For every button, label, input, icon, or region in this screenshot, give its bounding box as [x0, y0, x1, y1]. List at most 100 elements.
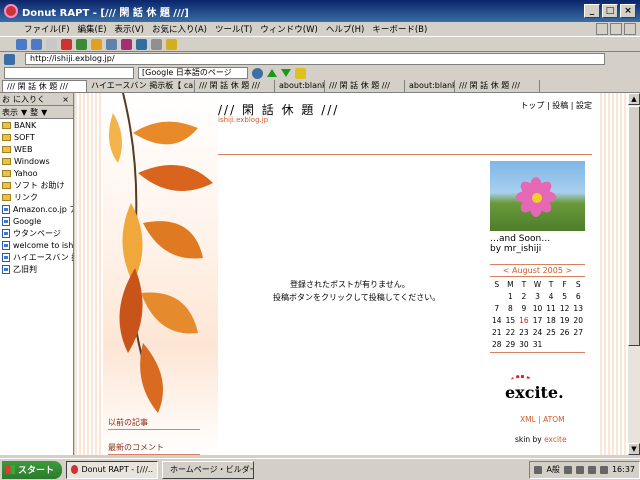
mdi-minimize-button[interactable]: [596, 23, 608, 35]
options-icon[interactable]: [151, 38, 162, 50]
print-icon[interactable]: [136, 38, 147, 50]
sidebar-item[interactable]: Google: [0, 215, 73, 227]
calendar-day[interactable]: 26: [558, 328, 572, 337]
search-prev-icon[interactable]: [267, 69, 277, 77]
calendar-day[interactable]: 3: [531, 292, 545, 301]
tab-1[interactable]: /// 閑 話 休 題 ///: [2, 80, 87, 92]
favorites-icon[interactable]: [91, 38, 102, 50]
menu-edit[interactable]: 編集(E): [74, 23, 111, 35]
search-engine-select[interactable]: [Google 日本語のページ: [138, 67, 248, 79]
sidebar-tab-favorites[interactable]: に入りく: [13, 94, 45, 105]
calendar-day[interactable]: 19: [558, 316, 572, 325]
tab-6[interactable]: about:blank: [405, 80, 455, 92]
sidebar-item[interactable]: SOFT: [0, 131, 73, 143]
sidebar-view-dropdown[interactable]: ▼: [21, 108, 27, 117]
sidebar-item[interactable]: ウタンページ: [0, 227, 73, 239]
close-button[interactable]: ×: [620, 4, 636, 18]
sidebar-item[interactable]: 乙旧判: [0, 263, 73, 275]
calendar-day[interactable]: 10: [531, 304, 545, 313]
calendar-day[interactable]: 11: [544, 304, 558, 313]
tab-7[interactable]: /// 閑 話 休 題 ///: [455, 80, 540, 92]
sidebar-item[interactable]: Amazon.co.jp ア: [0, 203, 73, 215]
menu-help[interactable]: ヘルプ(H): [322, 23, 369, 35]
calendar-day[interactable]: 4: [544, 292, 558, 301]
feed-links[interactable]: XML | ATOM: [520, 415, 565, 424]
highlight-icon[interactable]: [295, 67, 306, 79]
speaker-icon[interactable]: [575, 465, 584, 474]
calendar-day[interactable]: 20: [571, 316, 585, 325]
search-next-icon[interactable]: [281, 69, 291, 77]
sidebar-organize-dropdown[interactable]: ▼: [41, 108, 47, 117]
network-icon[interactable]: [587, 465, 596, 474]
search-input[interactable]: [4, 67, 134, 79]
menu-favorites[interactable]: お気に入り(A): [148, 23, 211, 35]
taskbar-item-donut[interactable]: Donut RAPT - [///..: [66, 460, 158, 479]
sidebar-item[interactable]: Yahoo: [0, 167, 73, 179]
history-icon[interactable]: [106, 38, 117, 50]
blog-nav[interactable]: トップ | 投稿 | 設定: [520, 100, 592, 111]
calendar-day[interactable]: 1: [504, 292, 518, 301]
skin-credit-link[interactable]: excite: [544, 435, 567, 444]
calendar-title[interactable]: < August 2005 >: [490, 264, 585, 277]
ime-indicator[interactable]: A般: [546, 464, 559, 475]
calendar-day[interactable]: 9: [517, 304, 531, 313]
sidebar-view-button[interactable]: 表示: [2, 107, 18, 118]
sidebar-close-button[interactable]: ×: [62, 95, 73, 104]
tile-icon[interactable]: [166, 38, 177, 50]
calendar-day[interactable]: 29: [504, 340, 518, 349]
calendar-day[interactable]: 5: [558, 292, 572, 301]
scroll-thumb[interactable]: [628, 106, 640, 346]
sidebar-tab-1[interactable]: お: [2, 94, 10, 105]
mdi-close-button[interactable]: [624, 23, 636, 35]
calendar-day[interactable]: 31: [531, 340, 545, 349]
calendar-day[interactable]: 25: [544, 328, 558, 337]
maximize-button[interactable]: □: [602, 4, 618, 18]
new-window-icon[interactable]: [121, 38, 132, 50]
stop-icon[interactable]: [46, 38, 57, 50]
calendar-day[interactable]: 13: [571, 304, 585, 313]
scroll-down-button[interactable]: ▼: [628, 443, 640, 455]
search-icon[interactable]: [252, 67, 263, 79]
clock[interactable]: 16:37: [612, 465, 635, 474]
calendar-day[interactable]: 18: [544, 316, 558, 325]
calendar-day[interactable]: 23: [517, 328, 531, 337]
sidebar-item[interactable]: リンク: [0, 191, 73, 203]
tab-3[interactable]: /// 閑 話 休 題 ///: [195, 80, 275, 92]
calendar-day[interactable]: 16: [517, 316, 531, 325]
sidebar-item[interactable]: Windows: [0, 155, 73, 167]
calendar-day[interactable]: 6: [571, 292, 585, 301]
sidebar-item[interactable]: ハイエースバン 掲: [0, 251, 73, 263]
menu-window[interactable]: ウィンドウ(W): [256, 23, 322, 35]
menu-file[interactable]: ファイル(F): [20, 23, 74, 35]
ime-tool-icon[interactable]: [563, 465, 572, 474]
calendar-day[interactable]: 21: [490, 328, 504, 337]
calendar-day[interactable]: 30: [517, 340, 531, 349]
address-input[interactable]: http://ishiji.exblog.jp/: [25, 53, 605, 65]
home-icon[interactable]: [76, 38, 87, 50]
calendar-day[interactable]: 12: [558, 304, 572, 313]
security-icon[interactable]: [599, 465, 608, 474]
refresh-icon[interactable]: [61, 38, 72, 50]
sidebar-item[interactable]: WEB: [0, 143, 73, 155]
calendar-day[interactable]: 17: [531, 316, 545, 325]
minimize-button[interactable]: _: [584, 4, 600, 18]
taskbar-item-homepage-builder[interactable]: ホームページ・ビルダー..: [162, 460, 254, 479]
menu-view[interactable]: 表示(V): [111, 23, 148, 35]
sidebar-item[interactable]: ソフト お助け: [0, 179, 73, 191]
sidebar-item[interactable]: BANK: [0, 119, 73, 131]
mdi-restore-button[interactable]: [610, 23, 622, 35]
menu-tools[interactable]: ツール(T): [211, 23, 256, 35]
menu-keyboard[interactable]: キーボード(B): [368, 23, 431, 35]
scroll-up-button[interactable]: ▲: [628, 93, 640, 105]
calendar-day[interactable]: 27: [571, 328, 585, 337]
calendar-day[interactable]: 2: [517, 292, 531, 301]
calendar-day[interactable]: 28: [490, 340, 504, 349]
start-button[interactable]: スタート: [2, 460, 62, 479]
printer-icon[interactable]: [534, 465, 543, 474]
sidebar-item[interactable]: welcome to ish: [0, 239, 73, 251]
calendar-day[interactable]: 8: [504, 304, 518, 313]
vertical-scrollbar[interactable]: ▲ ▼: [628, 93, 640, 455]
tab-4[interactable]: about:blank: [275, 80, 325, 92]
calendar-day[interactable]: 15: [504, 316, 518, 325]
forward-icon[interactable]: [31, 38, 42, 50]
